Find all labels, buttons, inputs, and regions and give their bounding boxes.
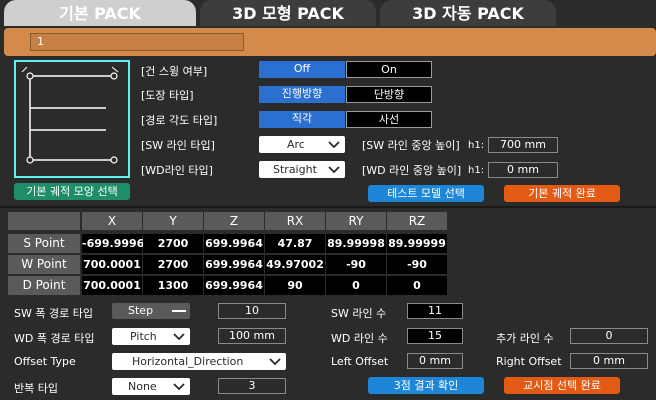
table-cell: 1300 bbox=[143, 276, 203, 295]
row-label-s-point: S Point bbox=[8, 234, 80, 253]
gun-swing-on-toggle[interactable]: On bbox=[346, 61, 432, 78]
chevron-down-icon bbox=[173, 333, 185, 341]
sw-height-prefix: h1: bbox=[468, 140, 485, 151]
chevron-down-icon bbox=[328, 166, 340, 174]
extra-line-count-field[interactable]: 0 bbox=[570, 328, 648, 344]
path-angle-right-toggle[interactable]: 직각 bbox=[259, 111, 345, 128]
paint-type-forward-toggle[interactable]: 진행방향 bbox=[259, 86, 345, 103]
chevron-down-icon bbox=[173, 383, 185, 391]
sw-path-type-toggle[interactable]: Step bbox=[112, 303, 190, 319]
divider bbox=[0, 206, 656, 208]
sw-height-field[interactable]: 700 mm bbox=[488, 137, 558, 153]
gun-swing-off-toggle[interactable]: Off bbox=[259, 61, 345, 78]
table-cell: 699.9964 bbox=[204, 276, 264, 295]
sw-line-type-label: [SW 라인 타입] bbox=[141, 139, 215, 152]
col-header-rz: RZ bbox=[387, 212, 447, 230]
wd-line-type-label: [WD라인 타입] bbox=[141, 164, 213, 177]
sw-path-type-label: SW 폭 경로 타입 bbox=[14, 307, 93, 320]
tab-3d-model-pack[interactable]: 3D 모형 PACK bbox=[200, 0, 376, 26]
table-cell: 2700 bbox=[143, 255, 203, 274]
path-angle-diagonal-toggle[interactable]: 사선 bbox=[346, 111, 432, 128]
offset-type-label: Offset Type bbox=[14, 355, 76, 368]
right-offset-label: Right Offset bbox=[496, 355, 562, 368]
table-cell: 90 bbox=[265, 276, 325, 295]
table-cell: 700.0001 bbox=[82, 255, 142, 274]
offset-type-select[interactable]: Horizontal_Direction bbox=[112, 353, 286, 370]
wd-line-count-field[interactable]: 15 bbox=[407, 328, 463, 344]
left-offset-label: Left Offset bbox=[331, 355, 389, 368]
wd-height-prefix: h1: bbox=[468, 165, 485, 176]
extra-line-count-label: 추가 라인 수 bbox=[496, 332, 554, 345]
col-header-ry: RY bbox=[326, 212, 386, 230]
gun-swing-label: [건 스윙 여부] bbox=[141, 65, 208, 78]
sw-path-type-value: Step bbox=[128, 304, 154, 317]
row-label-d-point: D Point bbox=[8, 276, 80, 295]
repeat-type-field[interactable]: 3 bbox=[218, 378, 286, 394]
path-angle-label: [경로 각도 타입] bbox=[141, 114, 218, 127]
wd-path-type-label: WD 폭 경로 타입 bbox=[14, 332, 95, 345]
sw-line-type-select[interactable]: Arc bbox=[259, 136, 345, 153]
repeat-type-value: None bbox=[128, 380, 157, 393]
table-cell: 89.99998 bbox=[326, 234, 386, 253]
sw-line-count-field[interactable]: 11 bbox=[407, 303, 463, 319]
tab-3d-auto-pack[interactable]: 3D 자동 PACK bbox=[380, 0, 556, 26]
table-cell: 699.9964 bbox=[204, 255, 264, 274]
col-header-y: Y bbox=[143, 212, 203, 230]
table-cell: -90 bbox=[387, 255, 447, 274]
sw-line-count-label: SW 라인 수 bbox=[331, 307, 387, 320]
paint-type-label: [도장 타입] bbox=[141, 89, 194, 102]
table-cell: 89.99999 bbox=[387, 234, 447, 253]
points-table: X Y Z RX RY RZ S Point -699.9996 2700 69… bbox=[8, 212, 648, 296]
wd-line-type-value: Straight bbox=[273, 163, 317, 176]
repeat-type-label: 반복 타입 bbox=[14, 382, 58, 395]
offset-type-value: Horizontal_Direction bbox=[132, 355, 244, 368]
row-label-w-point: W Point bbox=[8, 255, 80, 274]
test-model-button[interactable]: 테스트 모델 선택 bbox=[368, 185, 484, 202]
trajectory-shape-icon bbox=[21, 66, 119, 164]
sw-path-type-field[interactable]: 10 bbox=[218, 303, 286, 319]
wd-line-count-label: WD 라인 수 bbox=[331, 332, 388, 345]
three-point-check-button[interactable]: 3점 결과 확인 bbox=[368, 377, 484, 394]
basic-done-button[interactable]: 기본 궤적 완료 bbox=[504, 185, 620, 202]
wd-path-type-select[interactable]: Pitch bbox=[112, 328, 190, 345]
col-header-z: Z bbox=[204, 212, 264, 230]
chevron-down-icon bbox=[269, 358, 281, 366]
right-offset-field[interactable]: 0 mm bbox=[570, 353, 648, 369]
chevron-down-icon bbox=[328, 141, 340, 149]
tab-basic-pack[interactable]: 기본 PACK bbox=[4, 0, 196, 26]
paint-type-oneway-toggle[interactable]: 단방향 bbox=[346, 86, 432, 103]
sw-height-label: [SW 라인 중앙 높이] bbox=[362, 139, 460, 152]
col-header-x: X bbox=[82, 212, 142, 230]
wd-path-type-field[interactable]: 100 mm bbox=[218, 328, 286, 344]
table-cell: 47.87 bbox=[265, 234, 325, 253]
wd-path-type-value: Pitch bbox=[130, 330, 157, 343]
minus-icon bbox=[172, 310, 186, 312]
left-offset-field[interactable]: 0 mm bbox=[407, 353, 463, 369]
shape-select-button[interactable]: 기본 궤적 모양 선택 bbox=[14, 183, 130, 200]
table-cell: -90 bbox=[326, 255, 386, 274]
sw-line-type-value: Arc bbox=[287, 138, 305, 151]
table-corner bbox=[8, 212, 80, 230]
wd-height-label: [WD 라인 중앙 높이] bbox=[362, 164, 462, 177]
teach-point-done-button[interactable]: 교시점 선택 완료 bbox=[504, 377, 620, 394]
table-cell: 700.0001 bbox=[82, 276, 142, 295]
repeat-type-select[interactable]: None bbox=[112, 378, 190, 395]
wd-height-field[interactable]: 0 mm bbox=[488, 162, 558, 178]
name-field[interactable]: 1 bbox=[30, 33, 244, 51]
table-cell: 2700 bbox=[143, 234, 203, 253]
table-cell: 0 bbox=[326, 276, 386, 295]
wd-line-type-select[interactable]: Straight bbox=[259, 161, 345, 178]
table-cell: 49.97002 bbox=[265, 255, 325, 274]
table-cell: -699.9996 bbox=[82, 234, 144, 253]
col-header-rx: RX bbox=[265, 212, 325, 230]
table-cell: 0 bbox=[387, 276, 447, 295]
shape-preview bbox=[14, 60, 130, 178]
table-cell: 699.9964 bbox=[204, 234, 264, 253]
